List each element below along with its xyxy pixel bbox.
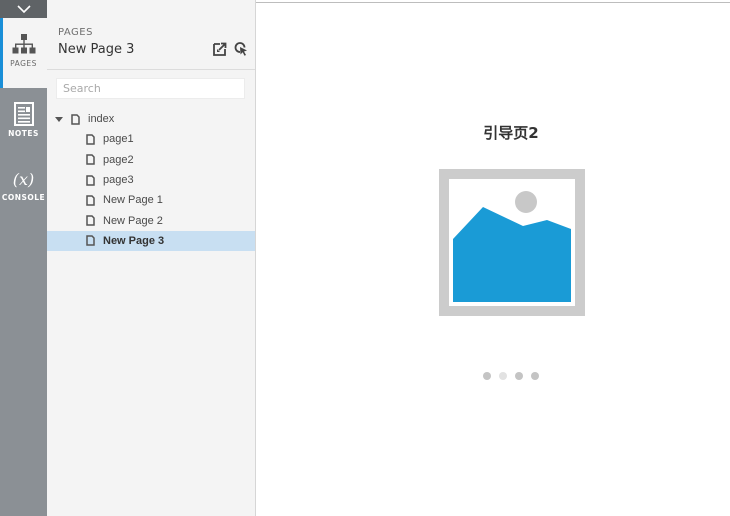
carousel-dot[interactable] [531, 372, 539, 380]
inspect-cursor-icon[interactable] [234, 42, 248, 56]
rail-tab-label: PAGES [10, 59, 37, 68]
rail-tab-console[interactable]: (x) CONSOLE [0, 168, 47, 218]
expand-arrow-icon[interactable] [55, 117, 63, 122]
rail-tab-label: CONSOLE [1, 193, 46, 202]
tree-item-new-page-1[interactable]: New Page 1 [47, 190, 255, 210]
tree-item-label: page3 [103, 174, 134, 187]
carousel-indicators [483, 372, 539, 380]
tree-item-label: New Page 3 [103, 234, 165, 247]
left-rail: PAGES NOTES (x) CONSOLE [0, 0, 47, 516]
tree-item-label: index [88, 113, 115, 126]
tree-item-page2[interactable]: page2 [47, 150, 255, 170]
page-heading: 引导页2 [483, 124, 539, 142]
tree-item-label: New Page 2 [103, 214, 163, 227]
page-icon [71, 113, 80, 125]
page-canvas: 引导页2 [256, 0, 730, 516]
page-icon [86, 134, 95, 145]
chevron-down-icon [16, 5, 31, 14]
image-placeholder-icon[interactable] [439, 169, 585, 316]
page-icon [86, 235, 95, 247]
tree-item-new-page-3[interactable]: New Page 3 [47, 230, 255, 252]
current-page-title: New Page 3 [58, 42, 135, 57]
page-tree: index page1 page2 page3 New Page 1 New P… [47, 109, 255, 252]
rail-tab-label: NOTES [8, 129, 39, 138]
search-input[interactable] [56, 78, 245, 99]
tree-item-index[interactable]: index [47, 109, 255, 129]
page-icon [86, 174, 95, 186]
panel-header: PAGES New Page 3 [47, 0, 255, 70]
carousel-dot[interactable] [515, 372, 523, 380]
notes-icon [13, 102, 34, 126]
page-icon [86, 154, 95, 165]
fx-icon: (x) [12, 170, 35, 189]
rail-tab-notes[interactable]: NOTES [0, 98, 47, 148]
tree-item-label: page2 [103, 153, 134, 166]
tree-item-new-page-2[interactable]: New Page 2 [47, 210, 255, 230]
collapse-button[interactable] [0, 0, 47, 18]
page-icon [86, 215, 95, 226]
app-window: PAGES NOTES (x) CONSOLE PAGES New Page 3 [0, 0, 730, 516]
tree-item-label: New Page 1 [103, 194, 163, 207]
pages-panel: PAGES New Page 3 index page1 [47, 0, 256, 516]
carousel-dot[interactable] [499, 372, 507, 380]
page-icon [86, 195, 95, 206]
sitemap-icon [12, 34, 35, 54]
rail-tab-pages[interactable]: PAGES [0, 18, 47, 88]
tree-item-page1[interactable]: page1 [47, 129, 255, 149]
export-icon[interactable] [213, 42, 227, 56]
canvas-top-border [256, 2, 730, 3]
carousel-dot[interactable] [483, 372, 491, 380]
tree-item-page3[interactable]: page3 [47, 170, 255, 190]
section-label: PAGES [58, 27, 93, 38]
tree-item-label: page1 [103, 133, 134, 146]
